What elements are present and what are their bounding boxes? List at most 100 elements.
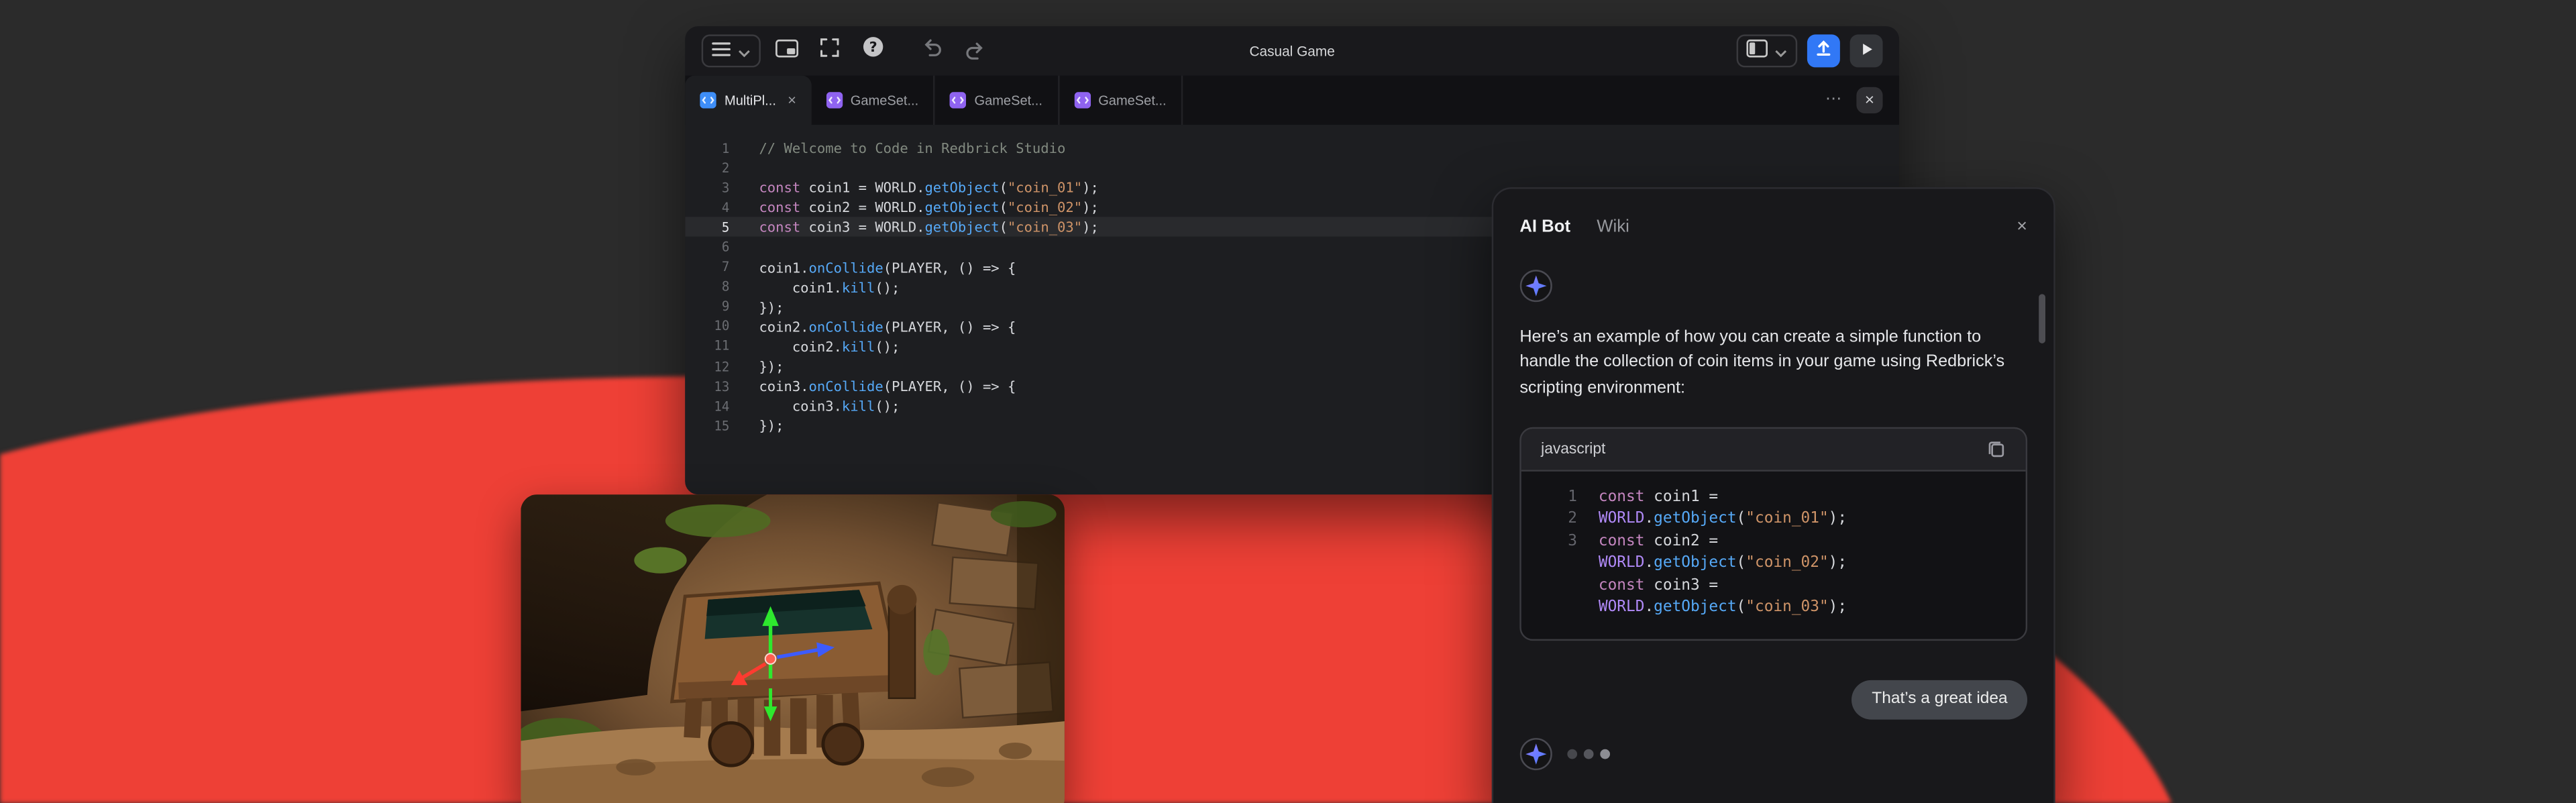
code-token: getObject [1654,554,1736,572]
more-tabs-button[interactable]: ⋯ [1825,92,1841,108]
code-block-body: 1const coin1 =2WORLD.getObject("coin_01"… [1521,472,2026,639]
tab-close-icon[interactable]: × [788,92,796,108]
tab-label: MultiPl... [724,93,776,107]
ai-bot-panel: AI Bot Wiki × Here’s an example of how y… [1492,187,2055,803]
code-token: const [1599,532,1645,550]
code-token: kill [842,338,875,354]
code-token: onCollide [809,319,883,335]
editor-tab-2[interactable]: GameSet... [811,76,935,125]
file-script-icon [700,92,716,108]
game-viewport[interactable] [521,494,1065,803]
copy-icon [1986,439,2006,459]
code-text: coin1.onCollide(PLAYER, () => { [759,259,1016,275]
tab-wiki[interactable]: Wiki [1597,217,1629,236]
main-menu-button[interactable] [702,34,761,67]
line-number: 12 [685,359,729,374]
code-block-header: javascript [1521,429,2026,472]
code-token: "coin_02" [1746,554,1828,572]
code-token: ( [1000,219,1008,235]
line-number: 11 [685,339,729,354]
code-line: WORLD.getObject("coin_02"); [1541,553,2006,575]
editor-close-button[interactable]: × [1856,87,1882,113]
code-token: ); [1082,199,1099,215]
code-token: (); [875,398,900,414]
code-text: coin2.kill(); [759,338,900,354]
code-token: getObject [924,180,999,196]
code-text: WORLD.getObject("coin_02"); [1599,553,1847,575]
code-token: onCollide [809,259,883,275]
code-text: }); [759,299,784,315]
undo-button[interactable] [915,34,948,67]
tab-ai-bot[interactable]: AI Bot [1519,217,1570,236]
line-number: 3 [685,180,729,195]
code-token: . [1644,554,1654,572]
code-token: coin1 = WORLD. [800,180,924,196]
pip-view-button[interactable] [771,34,804,67]
code-token: coin1. [759,279,841,295]
layout-panels-button[interactable] [1737,34,1798,67]
ai-panel-close-button[interactable]: × [2017,217,2027,236]
code-text: const coin3 = [1599,575,1718,597]
line-number: 14 [685,399,729,414]
pip-icon [775,36,798,66]
code-token: }); [759,418,784,434]
code-line: WORLD.getObject("coin_03"); [1541,597,2006,619]
code-token: (); [875,338,900,354]
code-line[interactable]: 1// Welcome to Code in Redbrick Studio [685,138,1899,158]
editor-tab-4[interactable]: GameSet... [1059,76,1183,125]
user-chat-bubble: That’s a great idea [1852,680,2027,720]
code-token: , () => { [941,378,1016,394]
code-token: const [1599,488,1645,506]
play-button[interactable] [1850,34,1883,67]
panel-scrollbar-thumb[interactable] [2039,294,2045,343]
editor-tabbar: MultiPl... × GameSet... GameSet... GameSet..… [685,76,1899,125]
ai-typing-indicator [1519,737,2027,770]
file-script-icon [950,92,966,108]
gizmo-center-handle [765,653,776,664]
line-number: 4 [685,200,729,215]
code-token: ( [883,319,892,335]
code-token: coin3 = WORLD. [800,219,924,235]
code-text: }); [759,358,784,374]
code-token: ); [1829,554,1847,572]
help-button[interactable]: ? [856,34,889,67]
chevron-down-icon [738,36,751,66]
line-number: 3 [1541,531,1577,553]
code-line[interactable]: 2 [685,158,1899,178]
expand-button[interactable] [813,34,846,67]
tab-label: GameSet... [974,93,1042,107]
code-token: ); [1082,180,1099,196]
editor-tab-3[interactable]: GameSet... [935,76,1059,125]
code-token: }); [759,358,784,374]
editor-tab-1[interactable]: MultiPl... × [685,76,811,125]
code-token: ( [883,259,892,275]
svg-text:?: ? [868,39,876,55]
line-number: 15 [685,419,729,433]
code-token: "coin_02" [1008,199,1082,215]
code-token: "coin_03" [1746,598,1828,617]
code-token: ( [1000,180,1008,196]
code-text: const coin3 = WORLD.getObject("coin_03")… [759,219,1098,235]
code-token: getObject [924,199,999,215]
code-text: WORLD.getObject("coin_03"); [1599,597,1847,619]
code-token: ( [883,378,892,394]
code-token: coin2 = WORLD. [800,199,924,215]
redo-button[interactable] [958,34,991,67]
publish-button[interactable] [1807,34,1840,67]
code-text: const coin2 = [1599,531,1718,553]
file-script-icon [826,92,842,108]
typing-dots [1567,749,1610,759]
line-number: 1 [685,141,729,156]
editor-titlebar: ? Casual Game [685,26,1899,75]
code-token: coin3. [759,378,808,394]
code-token: . [1644,510,1654,528]
code-token: PLAYER [892,319,941,335]
code-token: onCollide [809,378,883,394]
line-number: 5 [685,220,729,235]
copy-code-button[interactable] [1986,439,2006,459]
code-token: . [1644,598,1654,617]
code-token: const [759,199,800,215]
code-token: coin2. [759,338,841,354]
menu-icon [711,36,731,66]
code-token: }); [759,299,784,315]
